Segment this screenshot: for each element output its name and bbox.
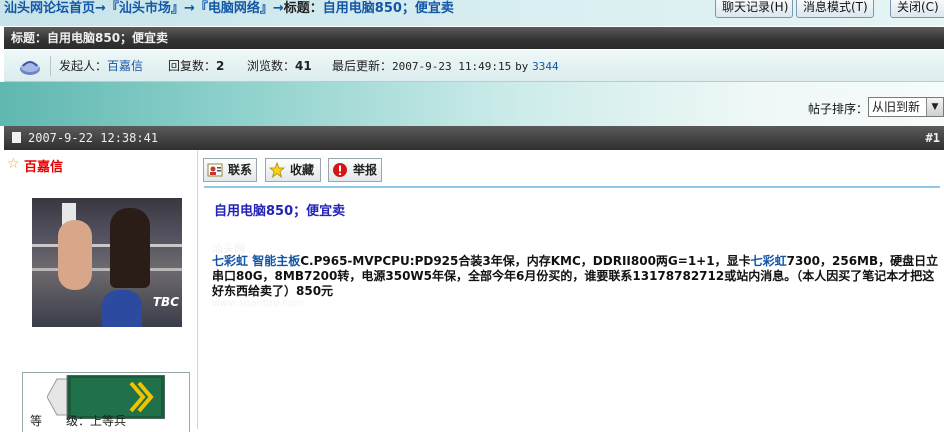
body-link-brand-2[interactable]: 七彩虹 [751, 254, 787, 268]
breadcrumb-home[interactable]: 汕头网论坛首页 [4, 1, 95, 16]
post-title: 自用电脑850；便宜卖 [214, 204, 346, 219]
thread-title: 标题：自用电脑850；便宜卖 [11, 31, 169, 45]
sort-label: 帖子排序： [808, 102, 869, 116]
avatar[interactable]: TBC [32, 198, 182, 327]
author-panel: ☆ 百嘉信 TBC 等 级：上等兵 [4, 150, 198, 432]
avatar-referee-shape [102, 290, 142, 327]
breadcrumb-arrow: → [183, 1, 195, 16]
post-watermark-bottom: www.shantou.com [212, 298, 304, 309]
rank-label: 等 级： [30, 414, 91, 428]
close-button[interactable]: 关闭(C) [890, 0, 944, 18]
breadcrumb-pc[interactable]: 『电脑网络』 [195, 1, 273, 16]
replies-value: 2 [216, 59, 225, 73]
author-name[interactable]: 百嘉信 [24, 156, 63, 175]
post-header: 2007-9-22 12:38:41 #1 [4, 126, 944, 150]
favorite-button[interactable]: 收藏 [265, 158, 321, 182]
body-link-brand[interactable]: 七彩虹 [212, 254, 248, 268]
poster-link[interactable]: 百嘉信 [107, 59, 143, 73]
post-body: 七彩虹 智能主板C.P965-MVPCPU:PD925合装3年保，内存KMC，D… [212, 254, 940, 299]
avatar-fighter-shape [58, 220, 92, 290]
views-label: 浏览数： [247, 59, 296, 73]
document-icon [12, 132, 21, 143]
breadcrumb-arrow: → [272, 1, 284, 16]
contact-button[interactable]: 联系 [203, 158, 257, 182]
breadcrumb-arrow: → [95, 1, 106, 16]
sort-select[interactable]: 从旧到新 ▼ [868, 97, 944, 117]
report-button[interactable]: 举报 [328, 158, 382, 182]
post-divider [204, 186, 940, 188]
thread-title-bar: 标题：自用电脑850；便宜卖 [4, 27, 944, 49]
post-floor-number[interactable]: #1 [926, 126, 940, 150]
reply-count: 回复数：2 [168, 50, 224, 82]
last-update-by: by [515, 60, 529, 73]
avatar-ring-rope [32, 268, 182, 271]
warning-icon [333, 163, 347, 177]
last-update-user-link[interactable]: 3344 [532, 60, 559, 73]
breadcrumb-current: 自用电脑850；便宜卖 [322, 1, 454, 16]
contact-card-icon [207, 163, 223, 177]
last-update-label: 最后更新： [332, 59, 393, 73]
replies-label: 回复数： [168, 59, 217, 73]
chat-log-button[interactable]: 聊天记录(H) [715, 0, 793, 18]
chevron-down-icon[interactable]: ▼ [926, 98, 943, 116]
views-value: 41 [295, 59, 312, 73]
poster-label: 发起人： [59, 59, 108, 73]
sort-selected-value: 从旧到新 [872, 100, 921, 114]
breadcrumb: 汕头网论坛首页→『汕头市场』→『电脑网络』→标题：自用电脑850；便宜卖 [4, 0, 454, 16]
post-date: 2007-9-22 12:38:41 [28, 131, 159, 145]
report-button-label: 举报 [353, 163, 378, 177]
forum-thread-icon [20, 61, 40, 75]
poster-info: 发起人：百嘉信 [59, 50, 143, 82]
favorite-button-label: 收藏 [290, 163, 315, 177]
body-text-part1: C.P965-MVPCPU:PD925合装3年保，内存KMC，DDRII800两… [300, 254, 751, 268]
rank-value: 上等兵 [90, 414, 127, 428]
contact-button-label: 联系 [228, 163, 253, 177]
breadcrumb-title-label: 标题： [283, 1, 323, 16]
star-icon [269, 162, 285, 178]
thread-info-bar: 发起人：百嘉信 回复数：2 浏览数：41 最后更新：2007-9-23 11:4… [4, 50, 944, 82]
avatar-ring-rope [32, 244, 182, 247]
last-update-time: 2007-9-23 11:49:15 [392, 60, 512, 73]
header-band: 帖子排序： 从旧到新 ▼ [0, 82, 944, 126]
avatar-fighter-shape [110, 208, 150, 288]
star-icon: ☆ [7, 156, 20, 172]
body-link-mainboard[interactable]: 智能主板 [252, 254, 300, 268]
last-update: 最后更新：2007-9-23 11:49:15 by 3344 [332, 50, 559, 83]
top-bar: 汕头网论坛首页→『汕头市场』→『电脑网络』→标题：自用电脑850；便宜卖 聊天记… [0, 0, 944, 26]
view-count: 浏览数：41 [247, 50, 312, 82]
breadcrumb-market[interactable]: 『汕头市场』 [106, 1, 184, 16]
avatar-logo-text: TBC [152, 295, 179, 309]
info-divider [50, 56, 51, 76]
message-mode-button[interactable]: 消息模式(T) [796, 0, 874, 18]
post-content: 联系 收藏 举报 自用电脑850；便宜卖 汕头网 七彩虹 智能主板C.P965-… [198, 150, 944, 429]
rank-line: 等 级：上等兵 [30, 412, 126, 429]
